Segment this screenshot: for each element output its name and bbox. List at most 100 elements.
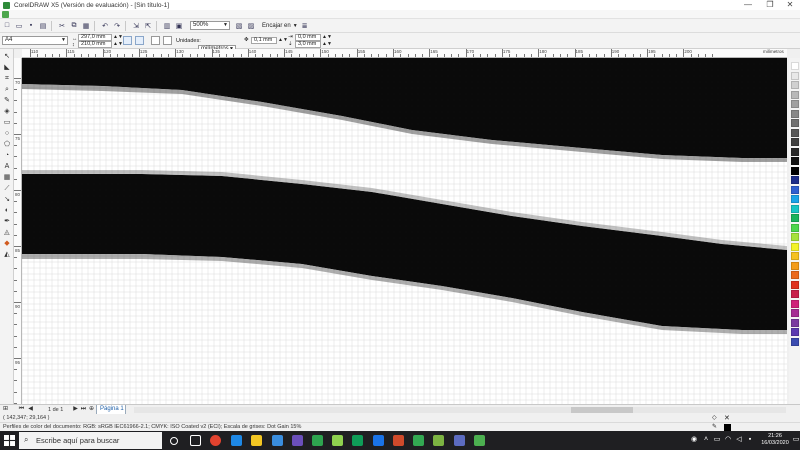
nudge-spinner-icon[interactable]: ▲▼	[278, 37, 288, 43]
palette-swatch[interactable]	[791, 223, 799, 232]
app-icon-3[interactable]	[332, 435, 343, 446]
all-pages-icon[interactable]	[151, 36, 160, 45]
outline-color-swatch[interactable]	[724, 424, 731, 431]
windows-start-icon[interactable]	[4, 435, 15, 446]
duplicate-y-field[interactable]: 3,0 mm	[295, 41, 321, 48]
add-page-icon[interactable]: ⊕	[88, 406, 95, 413]
palette-swatch[interactable]	[791, 176, 799, 184]
palette-swatch[interactable]	[791, 233, 799, 241]
dimension-tool-icon[interactable]: ⟋	[2, 184, 12, 193]
duplicate-x-field[interactable]: 0,0 mm	[295, 34, 321, 41]
volume-icon[interactable]: ◁	[735, 436, 743, 444]
crop-tool-icon[interactable]: ⌗	[2, 74, 12, 83]
fill-indicator-icon[interactable]: ◇	[712, 414, 717, 421]
edge-icon[interactable]	[231, 435, 242, 446]
palette-swatch[interactable]	[791, 252, 799, 260]
palette-swatch[interactable]	[791, 214, 799, 222]
duplicate-y-spinner-icon[interactable]: ▲▼	[322, 41, 332, 47]
chevron-down-icon[interactable]: ▼	[293, 23, 298, 29]
freehand-tool-icon[interactable]: ✎	[2, 96, 12, 105]
welcome-screen-icon[interactable]: ▣	[174, 21, 184, 31]
ellipse-tool-icon[interactable]: ○	[2, 129, 12, 138]
palette-swatch[interactable]	[791, 147, 799, 156]
palette-swatch[interactable]	[791, 157, 799, 165]
taskbar-clock[interactable]: 21:26 16/03/2020	[757, 433, 793, 447]
horizontal-scrollbar[interactable]	[134, 407, 786, 413]
palette-swatch[interactable]	[791, 280, 799, 289]
zoom-tool-icon[interactable]: ⌕	[2, 85, 12, 94]
store-icon[interactable]	[272, 435, 283, 446]
scrollbar-thumb[interactable]	[571, 407, 633, 413]
drawing-canvas[interactable]	[22, 58, 787, 404]
import-icon[interactable]: ⇲	[131, 21, 141, 31]
next-page-icon[interactable]: ▶	[72, 406, 79, 413]
zoom-level-combo[interactable]: 500% ▼	[190, 21, 230, 30]
application-launcher-icon[interactable]: ▥	[162, 21, 172, 31]
palette-swatch[interactable]	[791, 81, 799, 89]
width-spinner-icon[interactable]: ▲▼	[113, 34, 123, 40]
polygon-tool-icon[interactable]: ⬠	[2, 140, 12, 149]
palette-swatch[interactable]	[791, 109, 799, 118]
cortana-icon[interactable]	[170, 437, 178, 445]
paper-size-combo[interactable]: A4 ▼	[2, 36, 68, 45]
horizontal-ruler[interactable]: 110 115 120 125 130 135 140 145 150 155 160 165 170 1…	[22, 49, 787, 58]
palette-swatch[interactable]	[791, 204, 799, 213]
save-icon[interactable]: ▪	[26, 21, 36, 31]
landscape-icon[interactable]	[135, 36, 144, 45]
open-folder-icon[interactable]: ▭	[14, 21, 24, 31]
export-icon[interactable]: ⇱	[143, 21, 153, 31]
vertical-ruler[interactable]: 70 75 80 85 90 95	[14, 58, 22, 404]
palette-swatch[interactable]	[791, 90, 799, 99]
palette-swatch[interactable]	[791, 119, 799, 127]
app-icon-2[interactable]	[312, 435, 323, 446]
language-icon[interactable]: ▪	[746, 436, 754, 444]
app-icon-8[interactable]	[433, 435, 444, 446]
text-tool-icon[interactable]: A	[2, 162, 12, 171]
minimize-button[interactable]: —	[738, 0, 758, 10]
full-screen-icon[interactable]: ▧	[234, 21, 244, 31]
copy-icon[interactable]: ⧉	[69, 21, 79, 31]
smart-fill-tool-icon[interactable]: ◈	[2, 107, 12, 116]
palette-swatch[interactable]	[791, 138, 799, 146]
cut-icon[interactable]: ✂	[57, 21, 67, 31]
new-document-icon[interactable]: □	[2, 21, 12, 31]
palette-swatch[interactable]	[791, 185, 799, 194]
chrome-icon[interactable]	[210, 435, 221, 446]
previous-page-icon[interactable]: ◀	[27, 406, 34, 413]
app-icon-1[interactable]	[292, 435, 303, 446]
app-icon-9[interactable]	[454, 435, 465, 446]
table-tool-icon[interactable]: ▦	[2, 173, 12, 182]
first-page-icon[interactable]: ⏮	[18, 406, 25, 413]
eyedropper-tool-icon[interactable]: ✒	[2, 217, 12, 226]
pick-tool-icon[interactable]: ↖	[2, 52, 12, 61]
file-explorer-icon[interactable]	[251, 435, 262, 446]
no-fill-icon[interactable]: ✕	[724, 414, 730, 422]
restore-button[interactable]: ❐	[760, 0, 780, 10]
height-spinner-icon[interactable]: ▲▼	[113, 41, 123, 47]
rulers-icon[interactable]: ▨	[246, 21, 256, 31]
palette-swatch[interactable]	[791, 166, 799, 175]
print-icon[interactable]: ▤	[38, 21, 48, 31]
page-width-field[interactable]: 297,0 mm	[78, 34, 112, 41]
outline-indicator-icon[interactable]: ✎	[712, 423, 717, 430]
undo-icon[interactable]: ↶	[100, 21, 110, 31]
rectangle-tool-icon[interactable]: ▭	[2, 118, 12, 127]
last-page-icon[interactable]: ⏭	[80, 406, 87, 413]
network-icon[interactable]: ▭	[713, 436, 721, 444]
app-icon-6[interactable]	[393, 435, 404, 446]
options-icon[interactable]: ≣	[300, 21, 310, 31]
connector-tool-icon[interactable]: ↘	[2, 195, 12, 204]
notifications-icon[interactable]: ▭	[792, 436, 800, 444]
current-page-icon[interactable]	[163, 36, 172, 45]
palette-swatch[interactable]	[791, 309, 799, 317]
palette-swatch[interactable]	[791, 62, 799, 70]
fill-tool-icon[interactable]: ◆	[2, 239, 12, 248]
app-icon-4[interactable]	[352, 435, 363, 446]
taskbar-search-box[interactable]: ⌕ Escribe aquí para buscar	[19, 432, 162, 449]
document-navigator-icon[interactable]: ⊞	[2, 406, 9, 413]
coreldraw-taskbar-icon[interactable]	[474, 435, 485, 446]
palette-swatch[interactable]	[791, 100, 799, 108]
nudge-distance-field[interactable]: 0,1 mm	[251, 37, 277, 44]
document-icon[interactable]	[2, 11, 9, 18]
task-view-icon[interactable]	[190, 435, 201, 446]
